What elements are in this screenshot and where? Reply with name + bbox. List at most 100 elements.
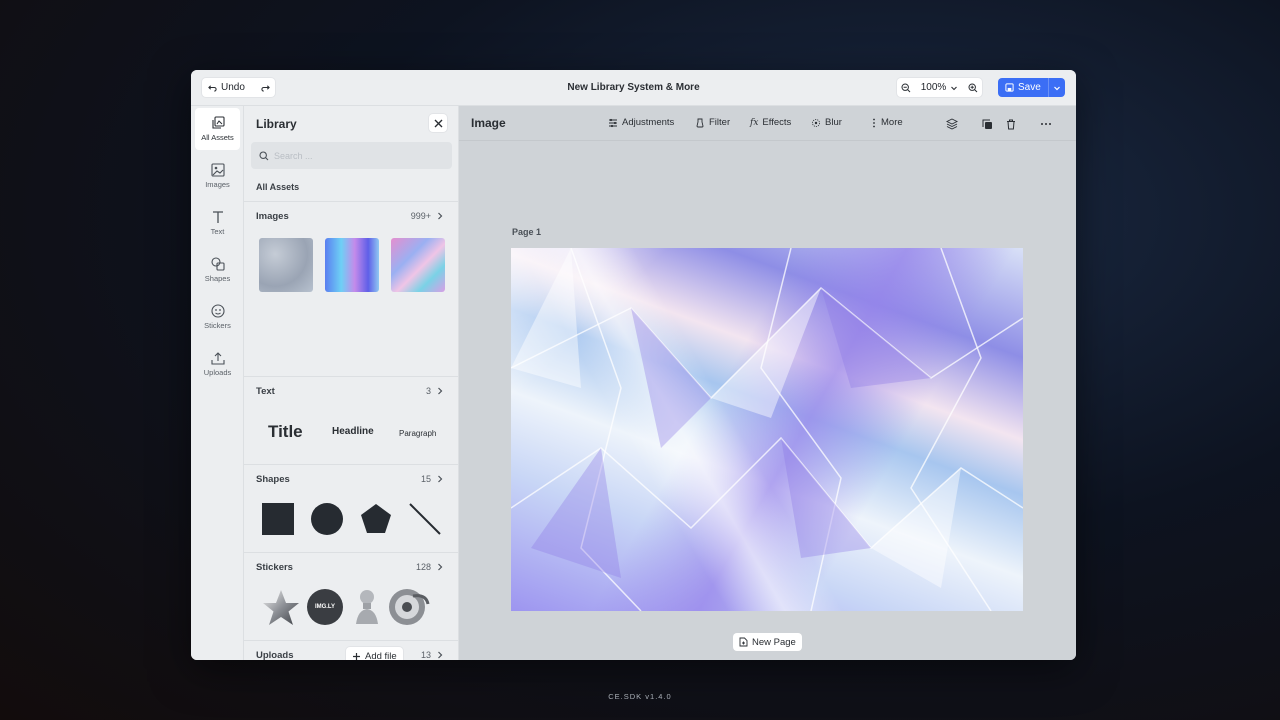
zoom-out-icon (901, 82, 911, 92)
brand-badge-sticker[interactable]: IMG.LY (307, 589, 343, 625)
add-file-label: Add file (365, 650, 397, 661)
stickers-section-title[interactable]: Stickers (256, 562, 293, 573)
shapes-section-more[interactable]: 15 (421, 474, 443, 484)
images-section: Images 999+ (244, 201, 458, 307)
text-section-more[interactable]: 3 (426, 386, 443, 396)
uploads-section: Uploads Add file 13 (244, 640, 458, 660)
chevron-right-icon (438, 651, 443, 659)
text-preset-title[interactable]: Title (268, 422, 303, 442)
image-icon (210, 163, 225, 177)
library-panel: Library All Assets Images 999+ Text 3 (244, 106, 459, 660)
all-assets-icon (211, 116, 225, 129)
chevron-right-icon (438, 387, 443, 395)
asset-rail: All Assets Images Text Shapes Stickers U… (191, 106, 244, 660)
brand-badge-text: IMG.LY (314, 604, 336, 610)
pentagon-shape[interactable] (361, 504, 391, 533)
options-button[interactable] (1039, 117, 1053, 131)
rail-item-stickers[interactable]: Stickers (195, 296, 240, 338)
disc-sticker[interactable] (386, 588, 430, 626)
foil-texture (511, 248, 1023, 611)
zoom-in-icon (968, 82, 978, 92)
rail-item-shapes[interactable]: Shapes (195, 249, 240, 291)
image-thumbnail[interactable] (259, 238, 313, 292)
images-section-title[interactable]: Images (256, 211, 289, 222)
delete-button[interactable] (1004, 117, 1018, 131)
uploads-section-title[interactable]: Uploads (256, 650, 293, 660)
zoom-control: 100% (897, 78, 982, 97)
image-thumbnail[interactable] (391, 238, 445, 292)
shapes-section: Shapes 15 (244, 464, 458, 552)
close-icon (434, 119, 442, 127)
rail-item-images[interactable]: Images (195, 155, 240, 197)
page-label: Page 1 (512, 227, 542, 237)
all-assets-link[interactable]: All Assets (256, 182, 299, 192)
line-shape[interactable] (409, 503, 441, 535)
text-preset-paragraph[interactable]: Paragraph (399, 429, 436, 438)
images-count: 999+ (410, 211, 431, 221)
image-thumbnail[interactable] (325, 238, 379, 292)
chevron-down-icon (951, 86, 958, 90)
stickers-section: Stickers 128 IMG.LY (244, 552, 458, 640)
effects-button[interactable]: fx Effects (750, 117, 791, 128)
uploads-section-more[interactable]: 13 (421, 650, 443, 660)
duplicate-icon (982, 119, 992, 129)
star-sticker[interactable] (262, 589, 300, 627)
chevron-down-icon (1053, 86, 1060, 90)
filter-button[interactable]: Filter (695, 117, 730, 128)
duplicate-button[interactable] (980, 117, 994, 131)
images-section-more[interactable]: 999+ (411, 211, 443, 221)
text-icon (212, 211, 223, 223)
blur-button[interactable]: Blur (811, 117, 842, 128)
text-section: Text 3 Title Headline Paragraph (244, 376, 458, 464)
chevron-right-icon (438, 475, 443, 483)
square-shape[interactable] (262, 503, 294, 535)
shapes-count: 15 (420, 474, 431, 484)
text-preset-headline[interactable]: Headline (332, 426, 374, 437)
canvas-image-iridescent-foil[interactable] (511, 248, 1023, 611)
rail-label-images: Images (205, 180, 230, 189)
rail-item-uploads[interactable]: Uploads (195, 343, 240, 385)
stickers-section-more[interactable]: 128 (416, 562, 443, 572)
rail-label-stickers: Stickers (204, 321, 231, 330)
upload-icon (210, 352, 225, 365)
more-label: More (881, 117, 903, 128)
more-button[interactable]: More (871, 117, 903, 128)
selection-title: Image (471, 116, 506, 130)
adjustments-label: Adjustments (622, 117, 675, 128)
shapes-icon (210, 257, 225, 271)
close-library-button[interactable] (429, 114, 447, 132)
layers-button[interactable] (945, 117, 959, 131)
shapes-section-title[interactable]: Shapes (256, 474, 290, 485)
blur-icon (812, 118, 820, 127)
new-page-icon (739, 637, 748, 647)
circle-shape[interactable] (311, 503, 343, 535)
filter-label: Filter (709, 117, 731, 128)
stickers-count: 128 (415, 562, 431, 572)
zoom-in-button[interactable] (964, 78, 982, 97)
save-icon (1005, 83, 1014, 92)
rail-label-uploads: Uploads (203, 368, 232, 377)
editor-window: Undo New Library System & More 100% Save (191, 70, 1076, 660)
chevron-right-icon (438, 212, 443, 220)
inspector-toolbar: Image Adjustments Filter fx Effects Blur… (459, 106, 1076, 141)
uploads-count: 13 (420, 650, 431, 660)
rail-label-text: Text (210, 227, 225, 236)
plus-icon (353, 652, 360, 660)
text-section-title[interactable]: Text (256, 386, 275, 397)
zoom-dropdown[interactable]: 100% (915, 82, 964, 93)
adjustments-button[interactable]: Adjustments (608, 117, 674, 128)
add-file-button[interactable]: Add file (346, 647, 403, 660)
rail-item-all-assets[interactable]: All Assets (195, 108, 240, 150)
rail-label-all-assets: All Assets (201, 133, 234, 142)
new-page-button[interactable]: New Page (733, 633, 802, 651)
save-button[interactable]: Save (998, 78, 1048, 97)
rail-item-text[interactable]: Text (195, 202, 240, 244)
new-page-label: New Page (752, 636, 796, 648)
search-input[interactable] (274, 150, 444, 161)
vertical-dots-icon (873, 118, 875, 127)
zoom-out-button[interactable] (897, 78, 915, 97)
filter-icon (696, 118, 704, 127)
bust-statue-sticker[interactable] (354, 588, 380, 626)
sliders-icon (609, 118, 617, 127)
save-options-button[interactable] (1047, 78, 1065, 97)
